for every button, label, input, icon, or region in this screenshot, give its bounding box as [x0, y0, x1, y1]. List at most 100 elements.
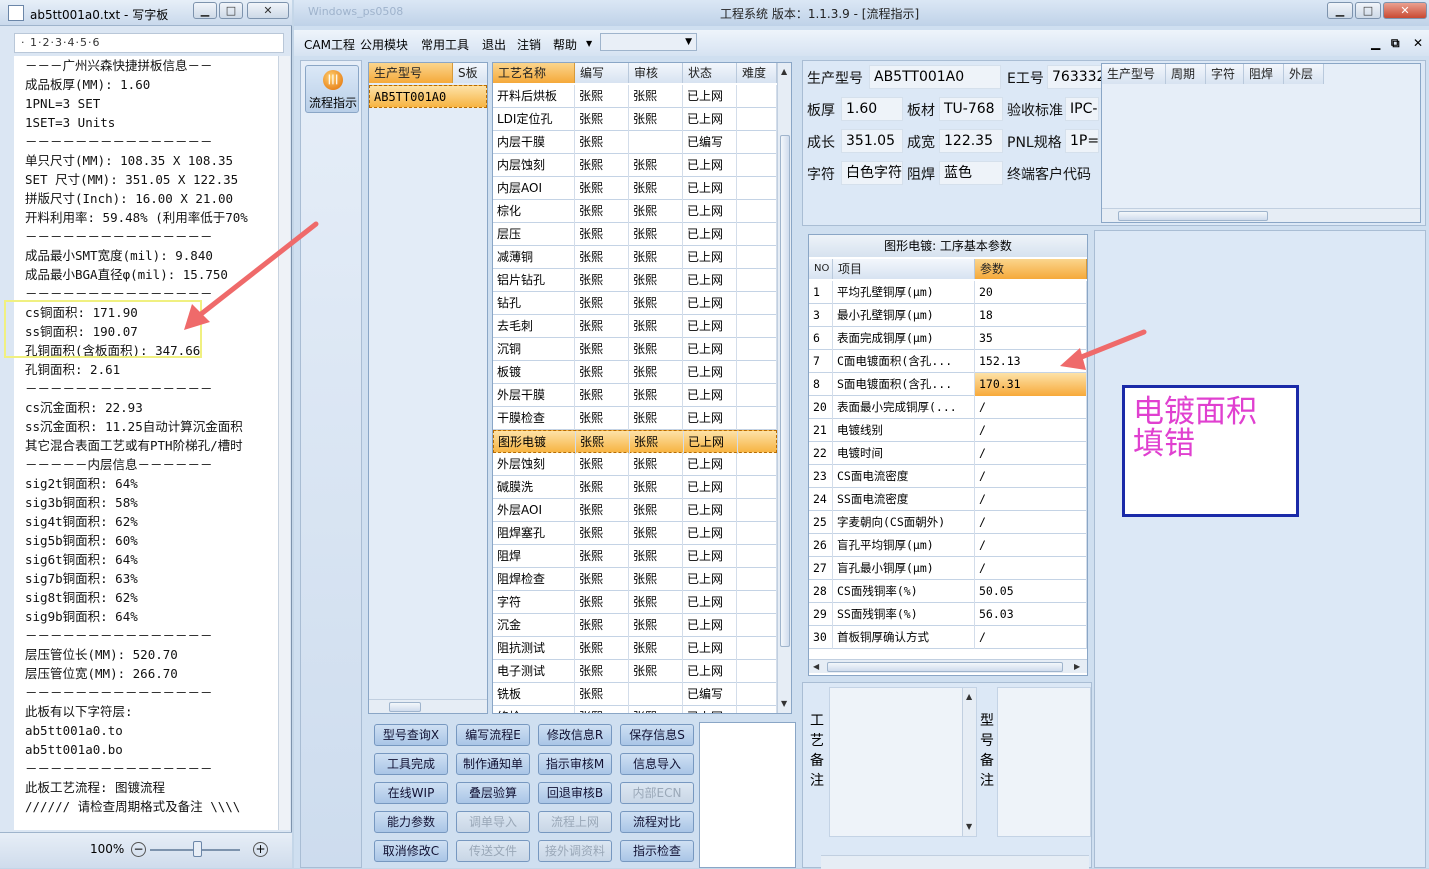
menu-common-tools[interactable]: 常用工具 — [421, 36, 469, 53]
action-button[interactable]: 信息导入 — [620, 753, 694, 775]
material-value[interactable]: TU-768 — [939, 97, 1003, 121]
process-row[interactable]: 外层AOI 张熙 张熙 已上网 — [493, 499, 777, 522]
process-row[interactable]: 内层蚀刻 张熙 张熙 已上网 — [493, 154, 777, 177]
process-row[interactable]: 内层AOI 张熙 张熙 已上网 — [493, 177, 777, 200]
model-grid-hscroll-thumb[interactable] — [389, 702, 421, 712]
menu-exit[interactable]: 退出 — [482, 36, 506, 53]
process-row[interactable]: 铣板 张熙 已编写 — [493, 683, 777, 706]
zoom-out-icon[interactable]: − — [131, 842, 146, 857]
process-grid-vscrollbar[interactable]: ▲ ▼ — [777, 63, 791, 713]
process-remark-scrollbar[interactable]: ▲ ▼ — [962, 688, 976, 836]
param-grid-hscroll-thumb[interactable] — [827, 662, 1063, 672]
right-grid-header-period[interactable]: 周期 — [1166, 64, 1206, 84]
param-value-cell[interactable]: / — [975, 396, 1087, 419]
param-value-cell[interactable]: / — [975, 442, 1087, 465]
zoom-slider-thumb[interactable] — [193, 841, 202, 857]
ruler[interactable]: · 1·2·3·4·5·6 — [14, 33, 284, 53]
length-value[interactable]: 351.05 — [841, 129, 903, 153]
param-header-no[interactable]: NO — [809, 259, 833, 279]
width-value[interactable]: 122.35 — [939, 129, 1003, 153]
action-button[interactable]: 在线WIP — [374, 782, 448, 804]
process-row[interactable]: 铝片钻孔 张熙 张熙 已上网 — [493, 269, 777, 292]
action-button[interactable]: 制作通知单 — [456, 753, 530, 775]
menu-dropdown-icon[interactable]: ▼ — [586, 39, 592, 48]
menu-cam[interactable]: CAM工程 — [304, 36, 355, 53]
right-grid-header-outer[interactable]: 外层 — [1284, 64, 1324, 84]
parameter-row[interactable]: 26 盲孔平均铜厚(μm) / — [809, 534, 1087, 557]
nav-flow-instruction-button[interactable]: ||| 流程指示 — [305, 65, 359, 113]
process-row[interactable]: 图形电镀 张熙 张熙 已上网 — [493, 430, 778, 454]
process-row[interactable]: 沉铜 张熙 张熙 已上网 — [493, 338, 777, 361]
param-value-cell[interactable]: 18 — [975, 304, 1087, 327]
zoom-in-icon[interactable]: + — [253, 842, 268, 857]
process-header-difficulty[interactable]: 难度 — [737, 63, 777, 83]
action-button[interactable]: 内部ECN — [620, 782, 694, 804]
parameter-row[interactable]: 20 表面最小完成铜厚(... / — [809, 396, 1087, 419]
process-row[interactable]: 阻焊塞孔 张熙 张熙 已上网 — [493, 522, 777, 545]
process-row[interactable]: 外层干膜 张熙 张熙 已上网 — [493, 384, 777, 407]
menu-public-modules[interactable]: 公用模块 — [360, 36, 408, 53]
model-grid-row[interactable]: AB5TT001A0 — [369, 85, 487, 108]
vertical-scrollbar[interactable] — [278, 56, 290, 830]
toolbar-combobox[interactable]: ▼ — [600, 33, 697, 51]
process-row[interactable]: 棕化 张熙 张熙 已上网 — [493, 200, 777, 223]
parameter-row[interactable]: 24 SS面电流密度 / — [809, 488, 1087, 511]
process-grid-vscroll-thumb[interactable] — [780, 135, 790, 647]
close-button[interactable]: ✕ — [247, 2, 289, 19]
param-value-cell[interactable]: / — [975, 465, 1087, 488]
mdi-restore-icon[interactable]: ⧉ — [1391, 36, 1400, 51]
process-header-reviewer[interactable]: 审核 — [629, 63, 683, 83]
action-button[interactable]: 调单导入 — [456, 811, 530, 833]
param-value-cell[interactable]: 152.13 — [975, 350, 1087, 373]
mdi-close-icon[interactable]: ✕ — [1413, 36, 1423, 50]
model-grid-hscrollbar[interactable] — [369, 699, 487, 713]
pnl-value[interactable]: 1P= — [1065, 129, 1099, 153]
process-row[interactable]: 减薄铜 张熙 张熙 已上网 — [493, 246, 777, 269]
right-grid-header-char[interactable]: 字符 — [1206, 64, 1244, 84]
parameter-row[interactable]: 22 电镀时间 / — [809, 442, 1087, 465]
parameter-row[interactable]: 6 表面完成铜厚(μm) 35 — [809, 327, 1087, 350]
model-grid-header-s[interactable]: S板 — [453, 63, 487, 83]
right-grid-hscrollbar[interactable] — [1102, 208, 1420, 222]
action-button[interactable]: 回退审核B — [538, 782, 612, 804]
thickness-value[interactable]: 1.60 — [841, 97, 903, 121]
process-row[interactable]: LDI定位孔 张熙 张熙 已上网 — [493, 108, 777, 131]
param-value-cell[interactable]: / — [975, 488, 1087, 511]
action-button[interactable]: 编写流程E — [456, 724, 530, 746]
action-button[interactable]: 修改信息R — [538, 724, 612, 746]
action-button[interactable]: 工具完成 — [374, 753, 448, 775]
parameter-row[interactable]: 7 C面电镀面积(含孔... 152.13 — [809, 350, 1087, 373]
param-value-cell[interactable]: / — [975, 557, 1087, 580]
action-button[interactable]: 流程对比 — [620, 811, 694, 833]
app-minimize-button[interactable]: ▁ — [1327, 2, 1353, 19]
char-value[interactable]: 白色字符 — [841, 161, 903, 185]
param-value-cell[interactable]: 170.31 — [975, 373, 1087, 396]
action-button[interactable]: 流程上网 — [538, 811, 612, 833]
param-grid-hscrollbar[interactable]: ◀ ▶ — [809, 659, 1087, 673]
process-row[interactable]: 开料后烘板 张熙 张熙 已上网 — [493, 85, 777, 108]
action-button[interactable]: 接外调资料 — [538, 840, 612, 862]
process-row[interactable]: 干膜检查 张熙 张熙 已上网 — [493, 407, 777, 430]
process-row[interactable]: 层压 张熙 张熙 已上网 — [493, 223, 777, 246]
param-value-cell[interactable]: 56.03 — [975, 603, 1087, 626]
param-header-value[interactable]: 参数 — [975, 259, 1087, 279]
process-header-name[interactable]: 工艺名称 — [493, 63, 575, 83]
process-row[interactable]: 碱膜洗 张熙 张熙 已上网 — [493, 476, 777, 499]
action-button[interactable]: 取消修改C — [374, 840, 448, 862]
action-button[interactable]: 能力参数 — [374, 811, 448, 833]
parameter-row[interactable]: 28 CS面残铜率(%) 50.05 — [809, 580, 1087, 603]
document-area[interactable]: －－－广州兴森快捷拼板信息－－ 成品板厚(MM): 1.60 1PNL=3 SET 1… — [14, 56, 278, 830]
maximize-button[interactable]: □ — [219, 2, 243, 19]
param-value-cell[interactable]: / — [975, 419, 1087, 442]
param-value-cell[interactable]: / — [975, 534, 1087, 557]
mask-value[interactable]: 蓝色 — [939, 161, 1003, 185]
right-grid-header-mask[interactable]: 阻焊 — [1244, 64, 1284, 84]
process-header-status[interactable]: 状态 — [683, 63, 737, 83]
right-grid-header-model[interactable]: 生产型号 — [1102, 64, 1166, 84]
minimize-button[interactable]: ▁ — [193, 2, 217, 19]
app-titlebar[interactable]: Windows_ps0508 工程系统 版本：1.1.3.9 - [流程指示] … — [294, 0, 1429, 26]
param-value-cell[interactable]: 20 — [975, 281, 1087, 304]
acceptance-value[interactable]: IPC- — [1065, 97, 1099, 121]
process-row[interactable]: 内层干膜 张熙 已编写 — [493, 131, 777, 154]
parameter-row[interactable]: 8 S面电镀面积(含孔... 170.31 — [809, 373, 1087, 396]
